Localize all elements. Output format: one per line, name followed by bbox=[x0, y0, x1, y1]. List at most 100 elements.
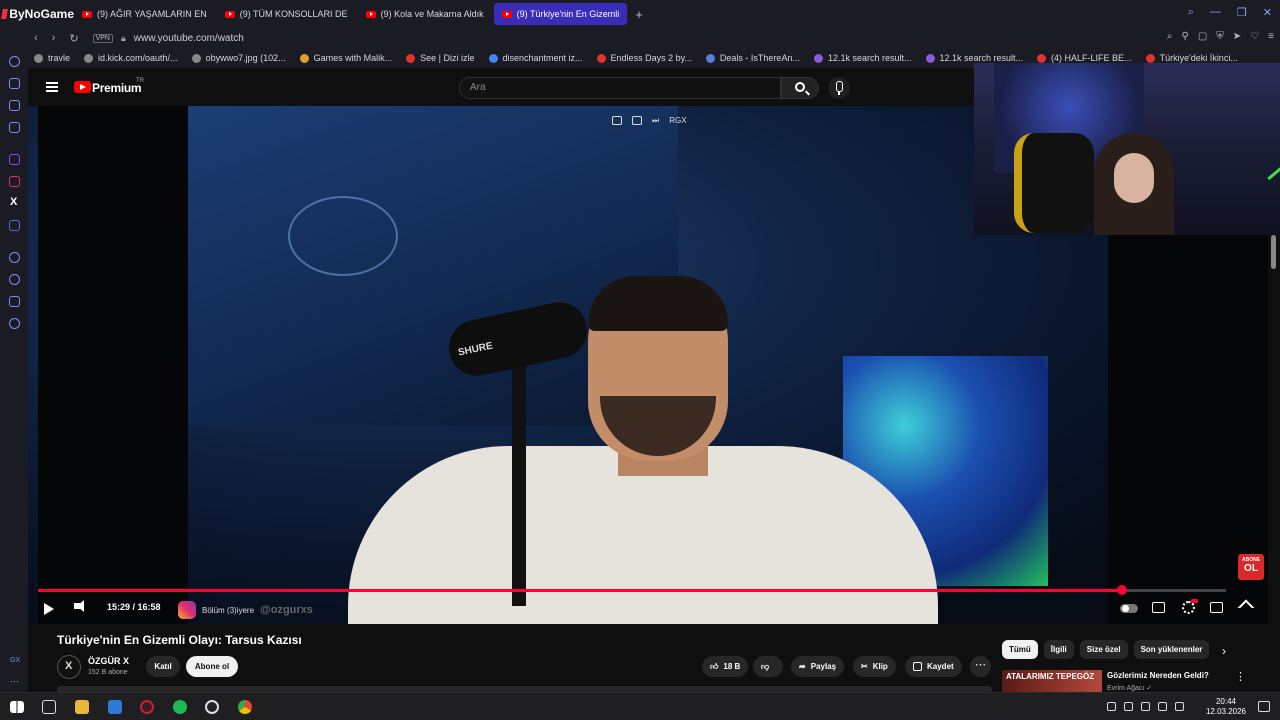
chip-recent[interactable]: Son yüklenenler bbox=[1133, 640, 1210, 659]
send-icon[interactable]: ➤ bbox=[1233, 31, 1241, 42]
subscribe-watermark[interactable]: ABONE OL bbox=[1238, 554, 1264, 580]
bookmark-item[interactable]: disenchantment iz... bbox=[488, 53, 583, 63]
progress-bar[interactable] bbox=[38, 585, 1226, 595]
back-icon[interactable]: ‹ bbox=[34, 32, 38, 44]
task-view-icon[interactable] bbox=[42, 700, 56, 714]
like-button[interactable]: 👍︎ 18 B bbox=[702, 656, 749, 677]
channel-name[interactable]: ÖZGÜR X bbox=[88, 656, 129, 666]
chevron-up-icon[interactable] bbox=[1107, 702, 1116, 711]
skip-icon[interactable]: ⏭ bbox=[652, 116, 659, 126]
dislike-button[interactable]: 👎︎ bbox=[753, 656, 783, 677]
notification-icon[interactable] bbox=[1258, 701, 1270, 712]
instagram-icon[interactable] bbox=[9, 176, 20, 187]
join-button[interactable]: Katıl bbox=[146, 656, 180, 677]
chevron-right-icon[interactable]: › bbox=[1222, 644, 1226, 658]
recommendation-menu-icon[interactable]: ⋮ bbox=[1235, 670, 1246, 683]
player-icon[interactable] bbox=[9, 252, 20, 263]
tab-3[interactable]: (9) Kola ve Makarna Aldık bbox=[358, 3, 492, 25]
discord-icon[interactable] bbox=[9, 220, 20, 231]
recommendation-channel[interactable]: Evrim Ağacı ✓ bbox=[1107, 684, 1152, 692]
bookmark-item[interactable]: See | Dizi izle bbox=[406, 53, 475, 63]
gamepad-icon[interactable] bbox=[9, 100, 20, 111]
save-button[interactable]: Kaydet bbox=[905, 656, 962, 677]
bookmark-item[interactable]: travle bbox=[34, 53, 70, 63]
forward-icon[interactable]: › bbox=[52, 32, 56, 44]
youtube-premium-label[interactable]: Premium bbox=[92, 81, 142, 95]
start-icon[interactable] bbox=[10, 701, 24, 713]
bookmark-item[interactable]: id.kick.com/oauth/... bbox=[84, 53, 178, 63]
tab-2[interactable]: (9) TÜM KONSOLLARI DE bbox=[217, 3, 356, 25]
opera-gx-icon[interactable] bbox=[140, 700, 154, 714]
chapter-indicator[interactable]: Bölüm (3)iyere @ozgurxs bbox=[178, 601, 313, 619]
bookmark-item[interactable]: Türkiye'deki İkinci... bbox=[1145, 53, 1238, 63]
mic-icon[interactable] bbox=[1141, 702, 1150, 711]
new-tab-button[interactable]: + bbox=[629, 7, 649, 22]
twitch-icon[interactable] bbox=[9, 154, 20, 165]
store-icon[interactable] bbox=[108, 700, 122, 714]
bookmark-item[interactable]: Deals - IsThereAn... bbox=[705, 53, 800, 63]
more-icon[interactable]: ⋯ bbox=[10, 676, 19, 687]
pip-icon[interactable] bbox=[612, 116, 622, 125]
subscribe-button[interactable]: Abone ol bbox=[186, 656, 238, 677]
zoom-icon[interactable]: ⌕ bbox=[1167, 31, 1173, 42]
recommendation-title[interactable]: Gözlerimiz Nereden Geldi? bbox=[1107, 671, 1209, 680]
scrollbar-thumb[interactable] bbox=[1271, 235, 1276, 269]
clock-icon[interactable] bbox=[9, 274, 20, 285]
menu-icon[interactable]: ≡ bbox=[1268, 31, 1274, 42]
page-scrollbar[interactable] bbox=[1268, 235, 1280, 692]
chrome-icon[interactable] bbox=[238, 700, 252, 714]
play-icon[interactable] bbox=[44, 603, 54, 615]
youtube-logo-icon[interactable] bbox=[74, 81, 91, 93]
share-button[interactable]: ➦ Paylaş bbox=[791, 656, 845, 677]
settings-icon[interactable] bbox=[9, 318, 20, 329]
bookmark-item[interactable]: 12.1k search result... bbox=[813, 53, 912, 63]
box-icon[interactable] bbox=[9, 296, 20, 307]
speaker-icon[interactable] bbox=[1175, 702, 1184, 711]
pin-icon[interactable]: ⚲ bbox=[1182, 31, 1189, 42]
bookmark-item[interactable]: 12.1k search result... bbox=[925, 53, 1023, 63]
close-icon[interactable]: ✕ bbox=[1263, 6, 1272, 19]
spotify-icon[interactable] bbox=[173, 700, 187, 714]
vpn-badge[interactable]: VPN bbox=[92, 33, 113, 43]
refresh-icon[interactable] bbox=[9, 56, 20, 67]
rgx-label[interactable]: RGX bbox=[669, 116, 686, 126]
subtitles-icon[interactable] bbox=[1152, 602, 1165, 613]
search-tabs-icon[interactable]: ⌕ bbox=[1188, 6, 1194, 19]
hamburger-menu-icon[interactable] bbox=[46, 82, 58, 92]
reload-icon[interactable]: ↻ bbox=[69, 32, 78, 45]
search-input[interactable]: Ara bbox=[459, 77, 781, 99]
more-actions-button[interactable]: ⋯ bbox=[970, 656, 991, 677]
clip-button[interactable]: ✂ Klip bbox=[853, 656, 896, 677]
url-field[interactable]: www.youtube.com/watch bbox=[134, 33, 244, 44]
network-icon[interactable] bbox=[1158, 702, 1167, 711]
snapshot-icon[interactable]: ▢ bbox=[1198, 31, 1207, 42]
fullscreen-icon[interactable] bbox=[1237, 599, 1255, 617]
recommendation-thumbnail[interactable]: ATALARIMIZ TEPEGÖZ bbox=[1002, 670, 1102, 692]
chip-for-you[interactable]: Size özel bbox=[1079, 640, 1128, 659]
tab-1[interactable]: (9) AĞIR YAŞAMLARIN EN bbox=[74, 3, 215, 25]
minimize-icon[interactable]: — bbox=[1210, 6, 1221, 19]
display-icon[interactable] bbox=[1124, 702, 1133, 711]
search-button[interactable] bbox=[781, 77, 819, 99]
channel-avatar[interactable] bbox=[57, 655, 81, 679]
bookmark-item[interactable]: (4) HALF-LIFE BE... bbox=[1037, 53, 1132, 63]
maximize-icon[interactable]: ❐ bbox=[1237, 6, 1247, 19]
steam-icon[interactable] bbox=[205, 700, 219, 714]
miniplayer-icon[interactable] bbox=[1210, 602, 1223, 613]
chip-all[interactable]: Tümü bbox=[1002, 640, 1038, 659]
taskbar-clock[interactable]: 20:44 12.03.2026 bbox=[1206, 697, 1246, 717]
bag-icon[interactable] bbox=[9, 78, 20, 89]
file-explorer-icon[interactable] bbox=[75, 700, 89, 714]
gx-label[interactable]: GX bbox=[10, 657, 20, 664]
bookmark-item[interactable]: Games with Malik... bbox=[299, 53, 392, 63]
heart-icon[interactable]: ♡ bbox=[1250, 31, 1259, 42]
bookmark-item[interactable]: Endless Days 2 by... bbox=[596, 53, 692, 63]
tab-4-active[interactable]: (9) Türkiye'nin En Gizemli bbox=[493, 3, 628, 25]
lock-icon[interactable]: 🔒︎ bbox=[121, 33, 126, 44]
chip-related[interactable]: İlgili bbox=[1043, 640, 1074, 659]
shield-icon[interactable]: ⛨ bbox=[1216, 31, 1224, 42]
volume-icon[interactable] bbox=[74, 600, 84, 612]
progress-scrubber[interactable] bbox=[1117, 585, 1128, 595]
autoplay-toggle[interactable] bbox=[1120, 604, 1138, 613]
messenger-icon[interactable] bbox=[9, 122, 20, 133]
